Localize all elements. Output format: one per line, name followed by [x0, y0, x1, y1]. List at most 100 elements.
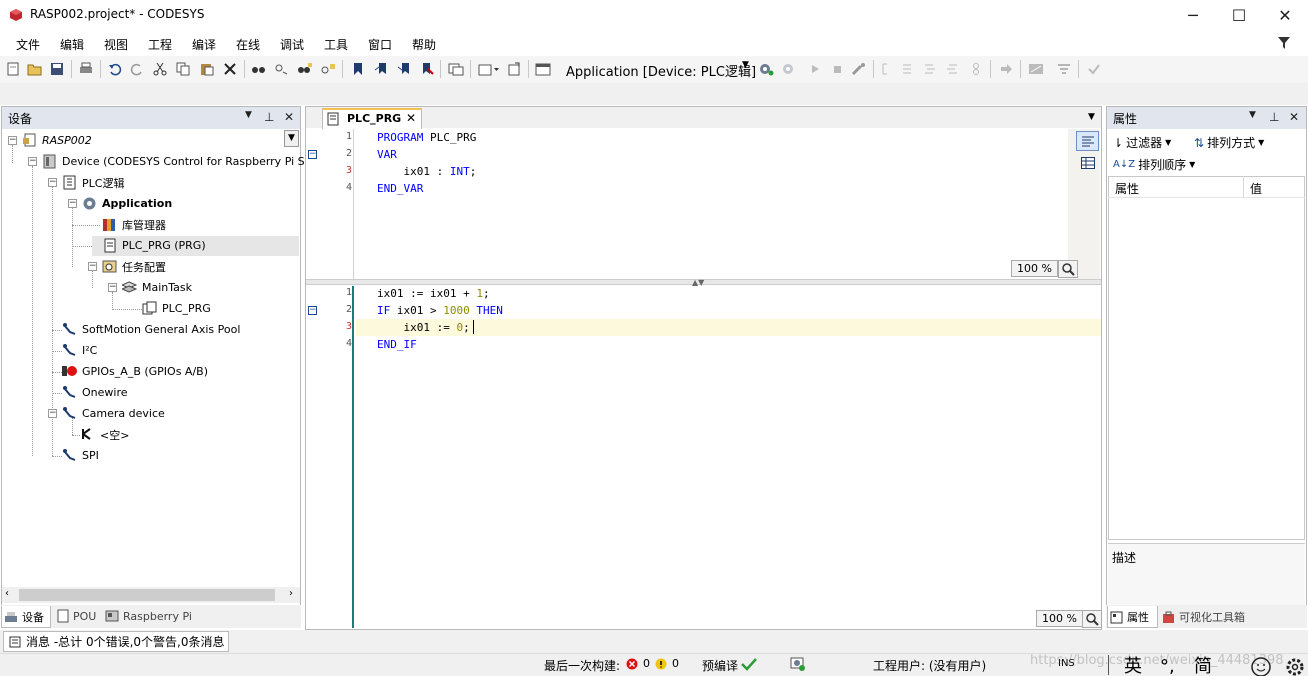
tab-pou[interactable]: POU	[57, 609, 96, 623]
login-icon[interactable]	[756, 59, 776, 79]
impl-zoom-icon[interactable]	[1082, 610, 1102, 628]
menu-online[interactable]: 在线	[236, 36, 260, 53]
messages-tab[interactable]: 消息 -总计 0个错误,0个警告,0条消息	[3, 631, 229, 652]
tree-item-gpios[interactable]: GPIOs_A_B (GPIOs A/B)	[62, 363, 208, 380]
properties-icon[interactable]	[504, 59, 524, 79]
menu-build[interactable]: 编译	[192, 36, 216, 53]
breakpoint-toggle-icon[interactable]	[877, 59, 897, 79]
textual-view-icon[interactable]	[1076, 131, 1099, 151]
tab-raspberry-pi[interactable]: Raspberry Pi	[105, 609, 192, 623]
redo-icon[interactable]	[127, 59, 147, 79]
tree-item-spi[interactable]: SPI	[62, 447, 99, 464]
decl-code-line-4[interactable]: END_VAR	[377, 182, 423, 195]
pane-menu-icon[interactable]: ▼	[245, 110, 252, 120]
collapse-device-icon[interactable]: −	[28, 157, 37, 166]
tree-item-device[interactable]: Device (CODESYS Control for Raspberry Pi…	[42, 153, 315, 170]
close-pane-icon[interactable]: ✕	[1289, 110, 1299, 124]
tree-item-application[interactable]: Application	[82, 195, 172, 212]
print-icon[interactable]	[76, 59, 96, 79]
devices-hscroll-thumb[interactable]	[19, 589, 275, 601]
scroll-right-icon[interactable]: ›	[289, 588, 293, 599]
delete-icon[interactable]	[220, 59, 240, 79]
pane-menu-icon[interactable]: ▼	[1249, 110, 1256, 120]
tree-item-onewire[interactable]: Onewire	[62, 384, 128, 401]
tab-visualization-toolbox[interactable]: 可视化工具箱	[1162, 609, 1245, 625]
impl-code-line-1[interactable]: ix01 := ix01 + 1;	[377, 287, 490, 300]
col-property-header[interactable]: 属性	[1115, 180, 1139, 197]
tree-item-rasp002[interactable]: RASP002	[22, 132, 92, 149]
tree-item-library-manager[interactable]: 库管理器	[102, 216, 166, 233]
tree-item-camera[interactable]: Camera device	[62, 405, 165, 422]
add-object-dropdown-icon[interactable]	[476, 59, 502, 79]
col-value-header[interactable]: 值	[1250, 180, 1262, 197]
tabular-view-icon[interactable]	[1079, 155, 1097, 171]
filter-button[interactable]: ⇂ 过滤器 ▼	[1113, 134, 1171, 151]
scroll-left-icon[interactable]: ‹	[5, 588, 9, 599]
paste-icon[interactable]	[197, 59, 217, 79]
tree-item-softmotion[interactable]: SoftMotion General Axis Pool	[62, 321, 240, 338]
pin-icon[interactable]: ⊥	[1269, 110, 1279, 124]
check-icon[interactable]	[1084, 59, 1104, 79]
collapse-application-icon[interactable]: −	[68, 199, 77, 208]
maximize-button[interactable]: ☐	[1216, 0, 1262, 31]
window-icon[interactable]	[446, 59, 466, 79]
collapse-rasp002-icon[interactable]: −	[8, 136, 17, 145]
tab-list-dropdown-icon[interactable]: ▼	[1088, 112, 1095, 122]
find-icon[interactable]	[249, 59, 269, 79]
impl-code-line-3[interactable]: ix01 := 0;	[377, 321, 469, 334]
cut-icon[interactable]	[150, 59, 170, 79]
save-icon[interactable]	[47, 59, 67, 79]
step-into-icon[interactable]	[921, 59, 941, 79]
application-dropdown-icon[interactable]: ▼	[742, 60, 749, 70]
undo-icon[interactable]	[105, 59, 125, 79]
tree-item-maintask[interactable]: MainTask	[122, 279, 192, 296]
sort-order-button[interactable]: A↓Z 排列顺序 ▼	[1113, 156, 1195, 173]
run-to-cursor-icon[interactable]	[966, 59, 986, 79]
new-file-icon[interactable]	[3, 59, 23, 79]
menu-help[interactable]: 帮助	[412, 36, 436, 53]
tree-item-empty-slot[interactable]: <空>	[80, 426, 129, 443]
tab-properties[interactable]: 属性	[1110, 609, 1149, 625]
logout-icon[interactable]	[779, 59, 799, 79]
ime-simplified-indicator[interactable]: 简	[1194, 657, 1212, 676]
minimize-button[interactable]: ─	[1170, 0, 1216, 31]
copy-icon[interactable]	[173, 59, 193, 79]
menu-tools[interactable]: 工具	[324, 36, 348, 53]
menu-edit[interactable]: 编辑	[60, 36, 84, 53]
menu-debug[interactable]: 调试	[280, 36, 304, 53]
tree-item-plc-logic[interactable]: PLC逻辑	[62, 174, 124, 191]
pin-icon[interactable]: ⊥	[264, 110, 274, 124]
start-icon[interactable]	[805, 59, 825, 79]
reset-icon[interactable]	[849, 59, 869, 79]
menu-project[interactable]: 工程	[148, 36, 172, 53]
replace-all-icon[interactable]	[318, 59, 338, 79]
close-tab-icon[interactable]: ✕	[406, 111, 416, 125]
stop-icon[interactable]	[827, 59, 847, 79]
bookmark-icon[interactable]	[348, 59, 368, 79]
close-window-button[interactable]: ✕	[1262, 0, 1308, 31]
menu-window[interactable]: 窗口	[368, 36, 392, 53]
ime-punctuation-indicator[interactable]: °,	[1160, 657, 1175, 676]
filter-funnel-icon[interactable]	[1277, 36, 1291, 50]
tree-item-task-config[interactable]: 任务配置	[102, 258, 166, 275]
tree-item-maintask-plc-prg[interactable]: PLC_PRG	[142, 300, 211, 317]
decl-code-line-2[interactable]: VAR	[377, 148, 397, 161]
fold-if-icon[interactable]: −	[308, 306, 317, 315]
open-folder-icon[interactable]	[25, 59, 45, 79]
menu-view[interactable]: 视图	[104, 36, 128, 53]
step-over-icon[interactable]	[899, 59, 919, 79]
active-application-selector[interactable]: Application [Device: PLC逻辑]	[566, 61, 756, 80]
tree-dropdown-icon[interactable]: ▼	[284, 130, 299, 147]
monitor-icon[interactable]	[1026, 59, 1046, 79]
prev-bookmark-icon[interactable]	[371, 59, 391, 79]
online-user-icon[interactable]	[790, 656, 806, 672]
decl-zoom-level[interactable]: 100 %	[1011, 260, 1058, 277]
decl-code-line-3[interactable]: ix01 : INT;	[377, 165, 476, 178]
step-out-icon[interactable]	[943, 59, 963, 79]
collapse-maintask-icon[interactable]: −	[108, 283, 117, 292]
fold-var-icon[interactable]: −	[308, 150, 317, 159]
find-next-icon[interactable]	[272, 59, 292, 79]
emoji-smiley-icon[interactable]	[1250, 656, 1272, 676]
column-divider[interactable]	[1243, 176, 1244, 198]
tree-item-plc-prg[interactable]: PLC_PRG (PRG)	[102, 237, 206, 254]
